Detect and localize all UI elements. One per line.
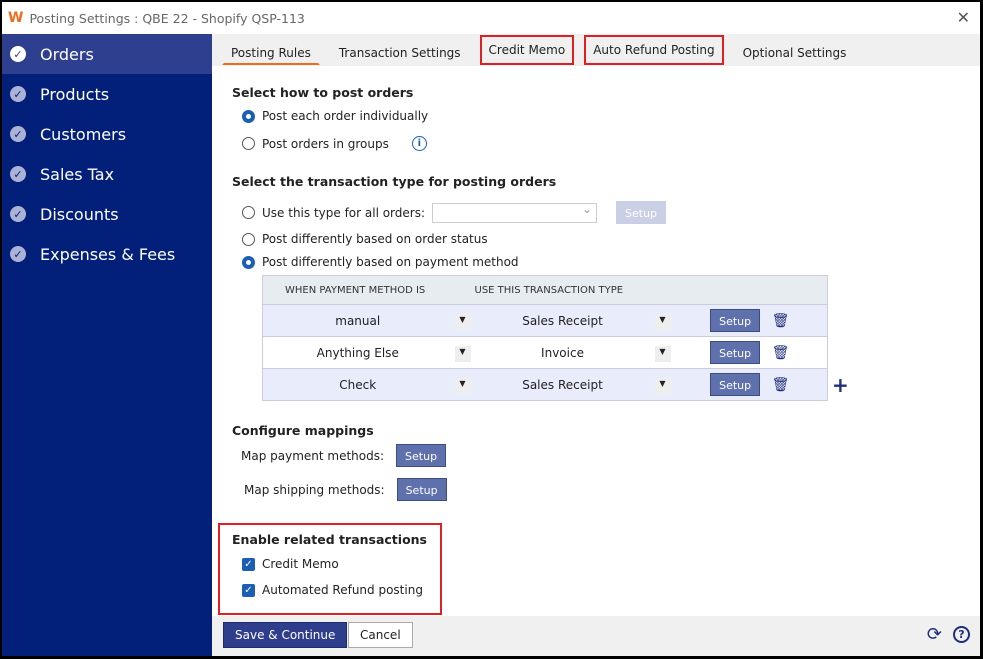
- tab-credit-memo[interactable]: Credit Memo: [479, 35, 575, 65]
- transaction-type-select[interactable]: [432, 202, 598, 223]
- credit-memo-checkbox[interactable]: ✓: [242, 557, 255, 571]
- payment-method-cell: Check: [262, 368, 453, 401]
- table-row: Check ▼ Sales Receipt ▼ Setup 🗑: [262, 368, 828, 401]
- save-continue-button[interactable]: Save & Continue: [223, 622, 348, 648]
- related-transactions-heading: Enable related transactions: [232, 532, 427, 547]
- map-payment-label: Map payment methods:: [241, 448, 385, 463]
- setup-button[interactable]: Setup: [710, 341, 761, 364]
- radio-use-type-all[interactable]: [242, 206, 255, 219]
- title-bar: W Posting Settings : QBE 22 - Shopify QS…: [2, 2, 980, 34]
- tab-optional-settings[interactable]: Optional Settings: [734, 35, 856, 65]
- checkbox-label: Automated Refund posting: [262, 583, 423, 597]
- sidebar-item-expenses-fees[interactable]: ✓ Expenses & Fees: [2, 234, 212, 274]
- sidebar-item-discounts[interactable]: ✓ Discounts: [2, 194, 212, 234]
- column-header: USE THIS TRANSACTION TYPE: [452, 275, 828, 305]
- transaction-type-cell: Sales Receipt: [472, 368, 653, 401]
- check-circle-icon: ✓: [10, 166, 26, 182]
- dropdown-arrow-icon[interactable]: ▼: [454, 346, 471, 362]
- transaction-type-heading: Select the transaction type for posting …: [232, 174, 557, 189]
- sidebar-item-label: Expenses & Fees: [40, 244, 176, 264]
- mappings-heading: Configure mappings: [232, 423, 374, 438]
- window-title: Posting Settings : QBE 22 - Shopify QSP-…: [29, 10, 305, 26]
- posting-rules-panel: Select how to post orders Post each orde…: [212, 66, 980, 616]
- add-row-plus-icon[interactable]: +: [832, 373, 849, 397]
- radio-by-order-status[interactable]: [242, 232, 255, 246]
- transaction-type-cell: Sales Receipt: [472, 304, 653, 337]
- footer: Save & Continue Cancel ⟳ ?: [212, 616, 980, 656]
- map-shipping-label: Map shipping methods:: [244, 482, 385, 497]
- tab-auto-refund-posting[interactable]: Auto Refund Posting: [584, 35, 724, 65]
- radio-label: Post orders in groups: [262, 136, 389, 151]
- help-icon[interactable]: ?: [953, 626, 970, 643]
- check-circle-icon: ✓: [10, 246, 26, 262]
- cancel-button[interactable]: Cancel: [348, 622, 413, 648]
- setup-button-disabled: Setup: [616, 201, 667, 224]
- map-payment-setup-button[interactable]: Setup: [396, 444, 447, 467]
- dropdown-arrow-icon[interactable]: ▼: [654, 314, 671, 330]
- tab-posting-rules[interactable]: Posting Rules: [222, 35, 320, 65]
- radio-label: Use this type for all orders:: [262, 205, 426, 220]
- sidebar-item-label: Discounts: [40, 204, 119, 224]
- radio-label: Post differently based on order status: [262, 232, 488, 246]
- sidebar-item-orders[interactable]: ✓ Orders: [2, 34, 212, 74]
- check-circle-icon: ✓: [10, 86, 26, 102]
- trash-icon[interactable]: 🗑: [772, 345, 790, 361]
- payment-method-cell: manual: [262, 304, 453, 337]
- radio-post-in-groups[interactable]: [242, 137, 255, 150]
- column-header: WHEN PAYMENT METHOD IS: [262, 275, 453, 305]
- dropdown-arrow-icon[interactable]: ▼: [654, 378, 671, 394]
- sidebar-item-label: Products: [40, 84, 110, 104]
- info-icon[interactable]: i: [411, 136, 427, 151]
- sidebar-item-customers[interactable]: ✓ Customers: [2, 114, 212, 154]
- sidebar-item-label: Sales Tax: [40, 164, 115, 184]
- table-row: manual ▼ Sales Receipt ▼ Setup 🗑: [262, 304, 828, 337]
- trash-icon[interactable]: 🗑: [772, 313, 790, 329]
- payment-method-cell: Anything Else: [262, 336, 453, 369]
- dropdown-arrow-icon[interactable]: ▼: [654, 346, 671, 362]
- checkbox-label: Credit Memo: [262, 557, 339, 571]
- setup-button[interactable]: Setup: [710, 373, 761, 396]
- trash-icon[interactable]: 🗑: [772, 377, 790, 393]
- tab-transaction-settings[interactable]: Transaction Settings: [330, 35, 470, 65]
- check-circle-icon: ✓: [10, 126, 26, 142]
- dropdown-arrow-icon[interactable]: ▼: [454, 314, 471, 330]
- tab-bar: Posting Rules Transaction Settings Credi…: [212, 34, 980, 66]
- post-orders-heading: Select how to post orders: [232, 85, 414, 100]
- automated-refund-checkbox[interactable]: ✓: [242, 583, 255, 597]
- transaction-type-cell: Invoice: [472, 336, 653, 369]
- check-circle-icon: ✓: [10, 206, 26, 222]
- app-logo-icon: W: [8, 10, 24, 26]
- refresh-icon[interactable]: ⟳: [927, 624, 942, 645]
- radio-post-individually[interactable]: [242, 109, 255, 123]
- setup-button[interactable]: Setup: [710, 309, 761, 332]
- sidebar: ✓ Orders ✓ Products ✓ Customers ✓ Sales Tax …: [2, 34, 212, 656]
- map-shipping-setup-button[interactable]: Setup: [396, 478, 447, 501]
- dropdown-arrow-icon[interactable]: ▼: [454, 378, 471, 394]
- sidebar-item-products[interactable]: ✓ Products: [2, 74, 212, 114]
- posting-settings-window: W Posting Settings : QBE 22 - Shopify QS…: [2, 2, 980, 656]
- radio-label: Post differently based on payment method: [262, 255, 519, 269]
- sidebar-item-label: Customers: [40, 124, 127, 144]
- payment-method-table: WHEN PAYMENT METHOD IS USE THIS TRANSACTI…: [262, 275, 828, 401]
- check-circle-icon: ✓: [10, 46, 26, 62]
- table-row: Anything Else ▼ Invoice ▼ Setup 🗑: [262, 336, 828, 369]
- radio-label: Post each order individually: [262, 109, 429, 123]
- radio-by-payment-method[interactable]: [242, 255, 255, 269]
- sidebar-item-label: Orders: [40, 44, 94, 64]
- sidebar-item-sales-tax[interactable]: ✓ Sales Tax: [2, 154, 212, 194]
- close-icon[interactable]: ✕: [957, 8, 970, 27]
